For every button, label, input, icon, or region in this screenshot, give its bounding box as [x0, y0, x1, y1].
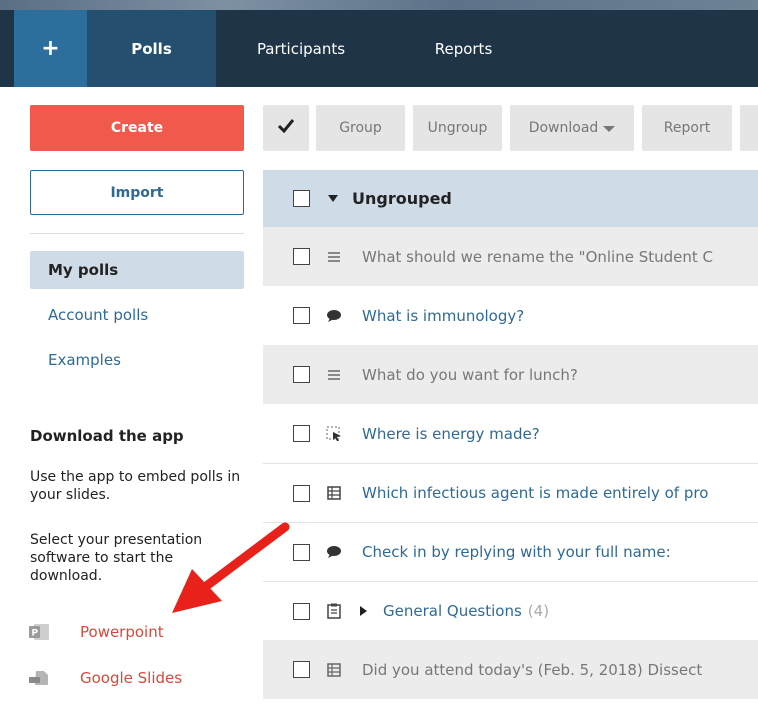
- poll-title[interactable]: Where is energy made?: [362, 425, 540, 443]
- list-item[interactable]: Which infectious agent is made entirely …: [263, 463, 758, 522]
- tab-participants[interactable]: Participants: [216, 10, 386, 87]
- svg-text:P: P: [32, 629, 39, 639]
- report-button[interactable]: Report: [642, 105, 732, 151]
- create-button[interactable]: Create: [30, 105, 244, 151]
- tab-reports[interactable]: Reports: [386, 10, 541, 87]
- checkbox[interactable]: [293, 307, 310, 324]
- google-slides-download-link[interactable]: Google Slides: [26, 664, 182, 692]
- sidebar-item-my-polls[interactable]: My polls: [30, 251, 244, 289]
- open-ended-icon: [326, 249, 342, 265]
- checkbox[interactable]: [293, 484, 310, 502]
- powerpoint-download-link[interactable]: P Powerpoint: [26, 618, 164, 646]
- poll-title[interactable]: What do you want for lunch?: [362, 366, 578, 384]
- powerpoint-label: Powerpoint: [80, 623, 164, 641]
- list-item[interactable]: Where is energy made?: [263, 404, 758, 463]
- poll-list: Ungrouped What should we rename the "Onl…: [263, 170, 758, 699]
- google-slides-label: Google Slides: [80, 669, 183, 687]
- checkmark-icon: [277, 118, 295, 138]
- group-count: (4): [527, 602, 550, 620]
- clickable-image-icon: [326, 426, 342, 442]
- poll-title[interactable]: Did you attend today's (Feb. 5, 2018) Di…: [362, 661, 702, 679]
- poll-title[interactable]: What should we rename the "Online Studen…: [362, 248, 713, 266]
- checkbox[interactable]: [293, 661, 310, 678]
- select-all-toggle[interactable]: [263, 105, 309, 151]
- checkbox[interactable]: [293, 425, 310, 442]
- list-item[interactable]: Check in by replying with your full name…: [263, 522, 758, 581]
- sidebar-divider: [30, 233, 244, 234]
- caret-right-icon[interactable]: [360, 606, 367, 616]
- caret-down-icon: [603, 126, 616, 132]
- powerpoint-icon: P: [26, 621, 52, 643]
- multiple-choice-icon: [326, 662, 342, 678]
- window-top-strip: [0, 0, 758, 10]
- group-title[interactable]: General Questions: [383, 602, 522, 620]
- ungroup-button[interactable]: Ungroup: [413, 105, 502, 151]
- poll-title[interactable]: Which infectious agent is made entirely …: [362, 484, 708, 502]
- group-header-ungrouped[interactable]: Ungrouped: [263, 170, 758, 227]
- sidebar-item-examples[interactable]: Examples: [30, 341, 244, 379]
- caret-down-icon[interactable]: [328, 195, 338, 202]
- checkbox[interactable]: [293, 366, 310, 383]
- group-title: Ungrouped: [352, 189, 452, 208]
- poll-title[interactable]: What is immunology?: [362, 307, 524, 325]
- tab-polls[interactable]: Polls: [87, 10, 216, 87]
- download-button-label: Download: [528, 120, 599, 136]
- checkbox[interactable]: [293, 248, 310, 265]
- google-slides-icon: [26, 667, 52, 689]
- poll-title[interactable]: Check in by replying with your full name…: [362, 543, 671, 561]
- open-ended-icon: [326, 367, 342, 383]
- list-item[interactable]: Did you attend today's (Feb. 5, 2018) Di…: [263, 640, 758, 699]
- download-app-heading: Download the app: [30, 427, 184, 445]
- group-button[interactable]: Group: [316, 105, 405, 151]
- add-button[interactable]: +: [14, 10, 87, 87]
- list-item[interactable]: What do you want for lunch?: [263, 345, 758, 404]
- clipboard-icon: [326, 603, 342, 619]
- import-button[interactable]: Import: [30, 170, 244, 215]
- list-item[interactable]: What is immunology?: [263, 286, 758, 345]
- speech-bubble-icon: [326, 308, 342, 324]
- speech-bubble-icon: [326, 544, 342, 560]
- sidebar-item-account-polls[interactable]: Account polls: [30, 296, 244, 334]
- download-app-description: Use the app to embed polls in your slide…: [30, 469, 241, 503]
- more-toolbar-button[interactable]: [740, 105, 758, 151]
- list-item[interactable]: What should we rename the "Online Studen…: [263, 227, 758, 286]
- list-item-group[interactable]: General Questions (4): [263, 581, 758, 640]
- checkbox[interactable]: [293, 190, 310, 207]
- annotation-arrow: [172, 522, 290, 613]
- download-button[interactable]: Download: [510, 105, 634, 151]
- multiple-choice-icon: [326, 485, 342, 501]
